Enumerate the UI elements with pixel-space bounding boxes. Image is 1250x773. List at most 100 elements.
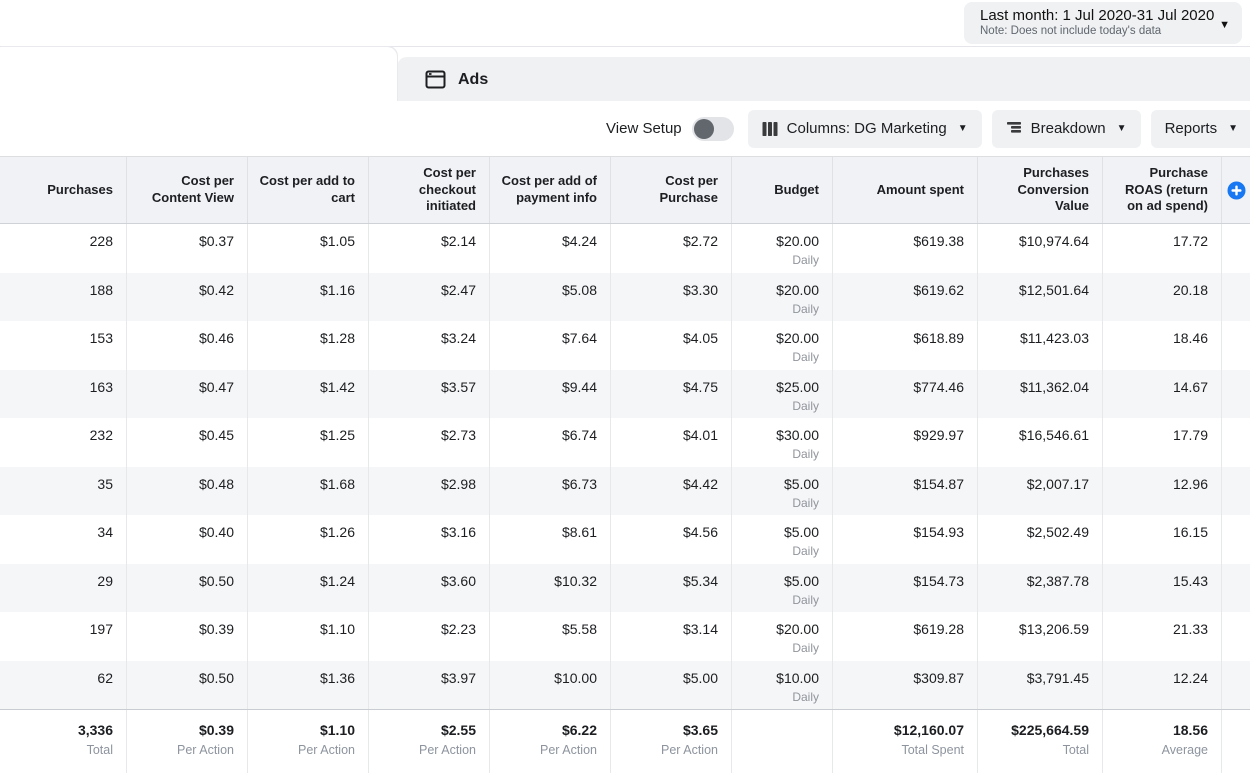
- table-row[interactable]: 29 $0.50 $1.24 $3.60 $10.32 $5.34 $5.00 …: [0, 564, 1250, 613]
- cell-purchases: 62: [0, 661, 127, 710]
- cell-cost-per-add-of-payment-info: $6.74: [490, 418, 611, 467]
- cell-cost-per-purchase: $4.05: [611, 321, 732, 370]
- table-row[interactable]: 188 $0.42 $1.16 $2.47 $5.08 $3.30 $20.00…: [0, 273, 1250, 322]
- cell-budget: $25.00 Daily: [732, 370, 833, 419]
- cell-cost-per-purchase: $4.01: [611, 418, 732, 467]
- total-cost-per-checkout-initiated: $2.55 Per Action: [369, 710, 490, 773]
- col-header-cost-per-purchase[interactable]: Cost per Purchase: [611, 157, 732, 223]
- cell-add-column-gutter: [1222, 515, 1250, 564]
- col-header-purchase-roas[interactable]: Purchase ROAS (return on ad spend): [1103, 157, 1222, 223]
- cell-cost-per-purchase: $3.14: [611, 612, 732, 661]
- col-header-amount-spent[interactable]: Amount spent: [833, 157, 978, 223]
- cell-budget: $5.00 Daily: [732, 564, 833, 613]
- cell-purchase-roas: 12.96: [1103, 467, 1222, 516]
- view-setup-label: View Setup: [606, 120, 682, 137]
- cell-cost-per-checkout-initiated: $3.16: [369, 515, 490, 564]
- budget-sublabel: Daily: [736, 641, 819, 655]
- cell-cost-per-add-to-cart: $1.25: [248, 418, 369, 467]
- metrics-table: Purchases Cost per Content View Cost per…: [0, 156, 1250, 773]
- cell-cost-per-checkout-initiated: $2.47: [369, 273, 490, 322]
- cell-cost-per-add-to-cart: $1.05: [248, 224, 369, 273]
- date-range-selector[interactable]: Last month: 1 Jul 2020-31 Jul 2020 Note:…: [964, 2, 1242, 44]
- cell-purchases-conversion-value: $11,423.03: [978, 321, 1103, 370]
- budget-sublabel: Daily: [736, 496, 819, 510]
- cell-purchases-conversion-value: $16,546.61: [978, 418, 1103, 467]
- cell-purchases: 228: [0, 224, 127, 273]
- cell-amount-spent: $154.73: [833, 564, 978, 613]
- col-header-cost-per-add-of-payment-info[interactable]: Cost per add of payment info: [490, 157, 611, 223]
- add-column-button[interactable]: [1222, 157, 1250, 223]
- date-range-note: Note: Does not include today's data: [980, 25, 1208, 37]
- cell-budget: $5.00 Daily: [732, 515, 833, 564]
- table-row[interactable]: 163 $0.47 $1.42 $3.57 $9.44 $4.75 $25.00…: [0, 370, 1250, 419]
- cell-purchase-roas: 15.43: [1103, 564, 1222, 613]
- cell-purchases: 35: [0, 467, 127, 516]
- cell-add-column-gutter: [1222, 467, 1250, 516]
- top-bar: Last month: 1 Jul 2020-31 Jul 2020 Note:…: [0, 0, 1250, 46]
- cell-cost-per-add-of-payment-info: $10.32: [490, 564, 611, 613]
- cell-budget: $10.00 Daily: [732, 661, 833, 710]
- total-purchases: 3,336 Total: [0, 710, 127, 773]
- tab-ads[interactable]: [397, 57, 1250, 102]
- cell-cost-per-checkout-initiated: $3.97: [369, 661, 490, 710]
- toggle-knob: [694, 119, 714, 139]
- cell-cost-per-content-view: $0.46: [127, 321, 248, 370]
- cell-cost-per-content-view: $0.42: [127, 273, 248, 322]
- cell-cost-per-purchase: $4.56: [611, 515, 732, 564]
- ads-manager-screen: Last month: 1 Jul 2020-31 Jul 2020 Note:…: [0, 0, 1250, 773]
- cell-cost-per-add-of-payment-info: $7.64: [490, 321, 611, 370]
- cell-cost-per-content-view: $0.48: [127, 467, 248, 516]
- table-row[interactable]: 232 $0.45 $1.25 $2.73 $6.74 $4.01 $30.00…: [0, 418, 1250, 467]
- columns-button[interactable]: Columns: DG Marketing ▼: [748, 110, 982, 148]
- cell-cost-per-add-of-payment-info: $9.44: [490, 370, 611, 419]
- cell-purchase-roas: 21.33: [1103, 612, 1222, 661]
- table-row[interactable]: 228 $0.37 $1.05 $2.14 $4.24 $2.72 $20.00…: [0, 224, 1250, 273]
- cell-cost-per-add-to-cart: $1.16: [248, 273, 369, 322]
- col-header-purchases-conversion-value[interactable]: Purchases Conversion Value: [978, 157, 1103, 223]
- col-header-purchases[interactable]: Purchases: [0, 157, 127, 223]
- table-row[interactable]: 34 $0.40 $1.26 $3.16 $8.61 $4.56 $5.00 D…: [0, 515, 1250, 564]
- tab-ads-label: Ads: [458, 71, 488, 89]
- cell-purchases-conversion-value: $3,791.45: [978, 661, 1103, 710]
- table-row[interactable]: 197 $0.39 $1.10 $2.23 $5.58 $3.14 $20.00…: [0, 612, 1250, 661]
- reports-button[interactable]: Reports ▼: [1151, 110, 1250, 148]
- table-row[interactable]: 153 $0.46 $1.28 $3.24 $7.64 $4.05 $20.00…: [0, 321, 1250, 370]
- cell-cost-per-purchase: $2.72: [611, 224, 732, 273]
- cell-purchases-conversion-value: $2,387.78: [978, 564, 1103, 613]
- totals-row: 3,336 Total $0.39 Per Action $1.10 Per A…: [0, 709, 1250, 773]
- caret-down-icon: ▼: [1219, 19, 1230, 31]
- col-header-cost-per-add-to-cart[interactable]: Cost per add to cart: [248, 157, 369, 223]
- view-setup-toggle[interactable]: [692, 117, 734, 141]
- caret-down-icon: ▼: [958, 123, 968, 134]
- cell-add-column-gutter: [1222, 370, 1250, 419]
- cell-purchases-conversion-value: $2,502.49: [978, 515, 1103, 564]
- table-header-row: Purchases Cost per Content View Cost per…: [0, 156, 1250, 224]
- col-header-budget[interactable]: Budget: [732, 157, 833, 223]
- view-setup-control: View Setup: [606, 117, 734, 141]
- cell-purchases: 188: [0, 273, 127, 322]
- active-tab[interactable]: [0, 47, 397, 102]
- table-row[interactable]: 62 $0.50 $1.36 $3.97 $10.00 $5.00 $10.00…: [0, 661, 1250, 710]
- col-header-cost-per-checkout-initiated[interactable]: Cost per checkout initiated: [369, 157, 490, 223]
- tab-strip: Ads: [0, 46, 1250, 101]
- cell-purchase-roas: 18.46: [1103, 321, 1222, 370]
- budget-sublabel: Daily: [736, 350, 819, 364]
- cell-cost-per-checkout-initiated: $2.23: [369, 612, 490, 661]
- toolbar: View Setup Columns: DG Marketing ▼: [0, 101, 1250, 156]
- cell-add-column-gutter: [1222, 321, 1250, 370]
- cell-cost-per-content-view: $0.40: [127, 515, 248, 564]
- col-header-cost-per-content-view[interactable]: Cost per Content View: [127, 157, 248, 223]
- budget-sublabel: Daily: [736, 690, 819, 704]
- cell-budget: $20.00 Daily: [732, 224, 833, 273]
- table-body: 228 $0.37 $1.05 $2.14 $4.24 $2.72 $20.00…: [0, 224, 1250, 709]
- tab-ads-content[interactable]: Ads: [425, 57, 488, 102]
- cell-purchases: 29: [0, 564, 127, 613]
- caret-down-icon: ▼: [1117, 123, 1127, 134]
- breakdown-button-label: Breakdown: [1031, 120, 1106, 137]
- breakdown-button[interactable]: Breakdown ▼: [992, 110, 1141, 148]
- table-row[interactable]: 35 $0.48 $1.68 $2.98 $6.73 $4.42 $5.00 D…: [0, 467, 1250, 516]
- cell-cost-per-add-to-cart: $1.24: [248, 564, 369, 613]
- cell-cost-per-content-view: $0.50: [127, 564, 248, 613]
- cell-cost-per-add-to-cart: $1.26: [248, 515, 369, 564]
- cell-purchase-roas: 12.24: [1103, 661, 1222, 710]
